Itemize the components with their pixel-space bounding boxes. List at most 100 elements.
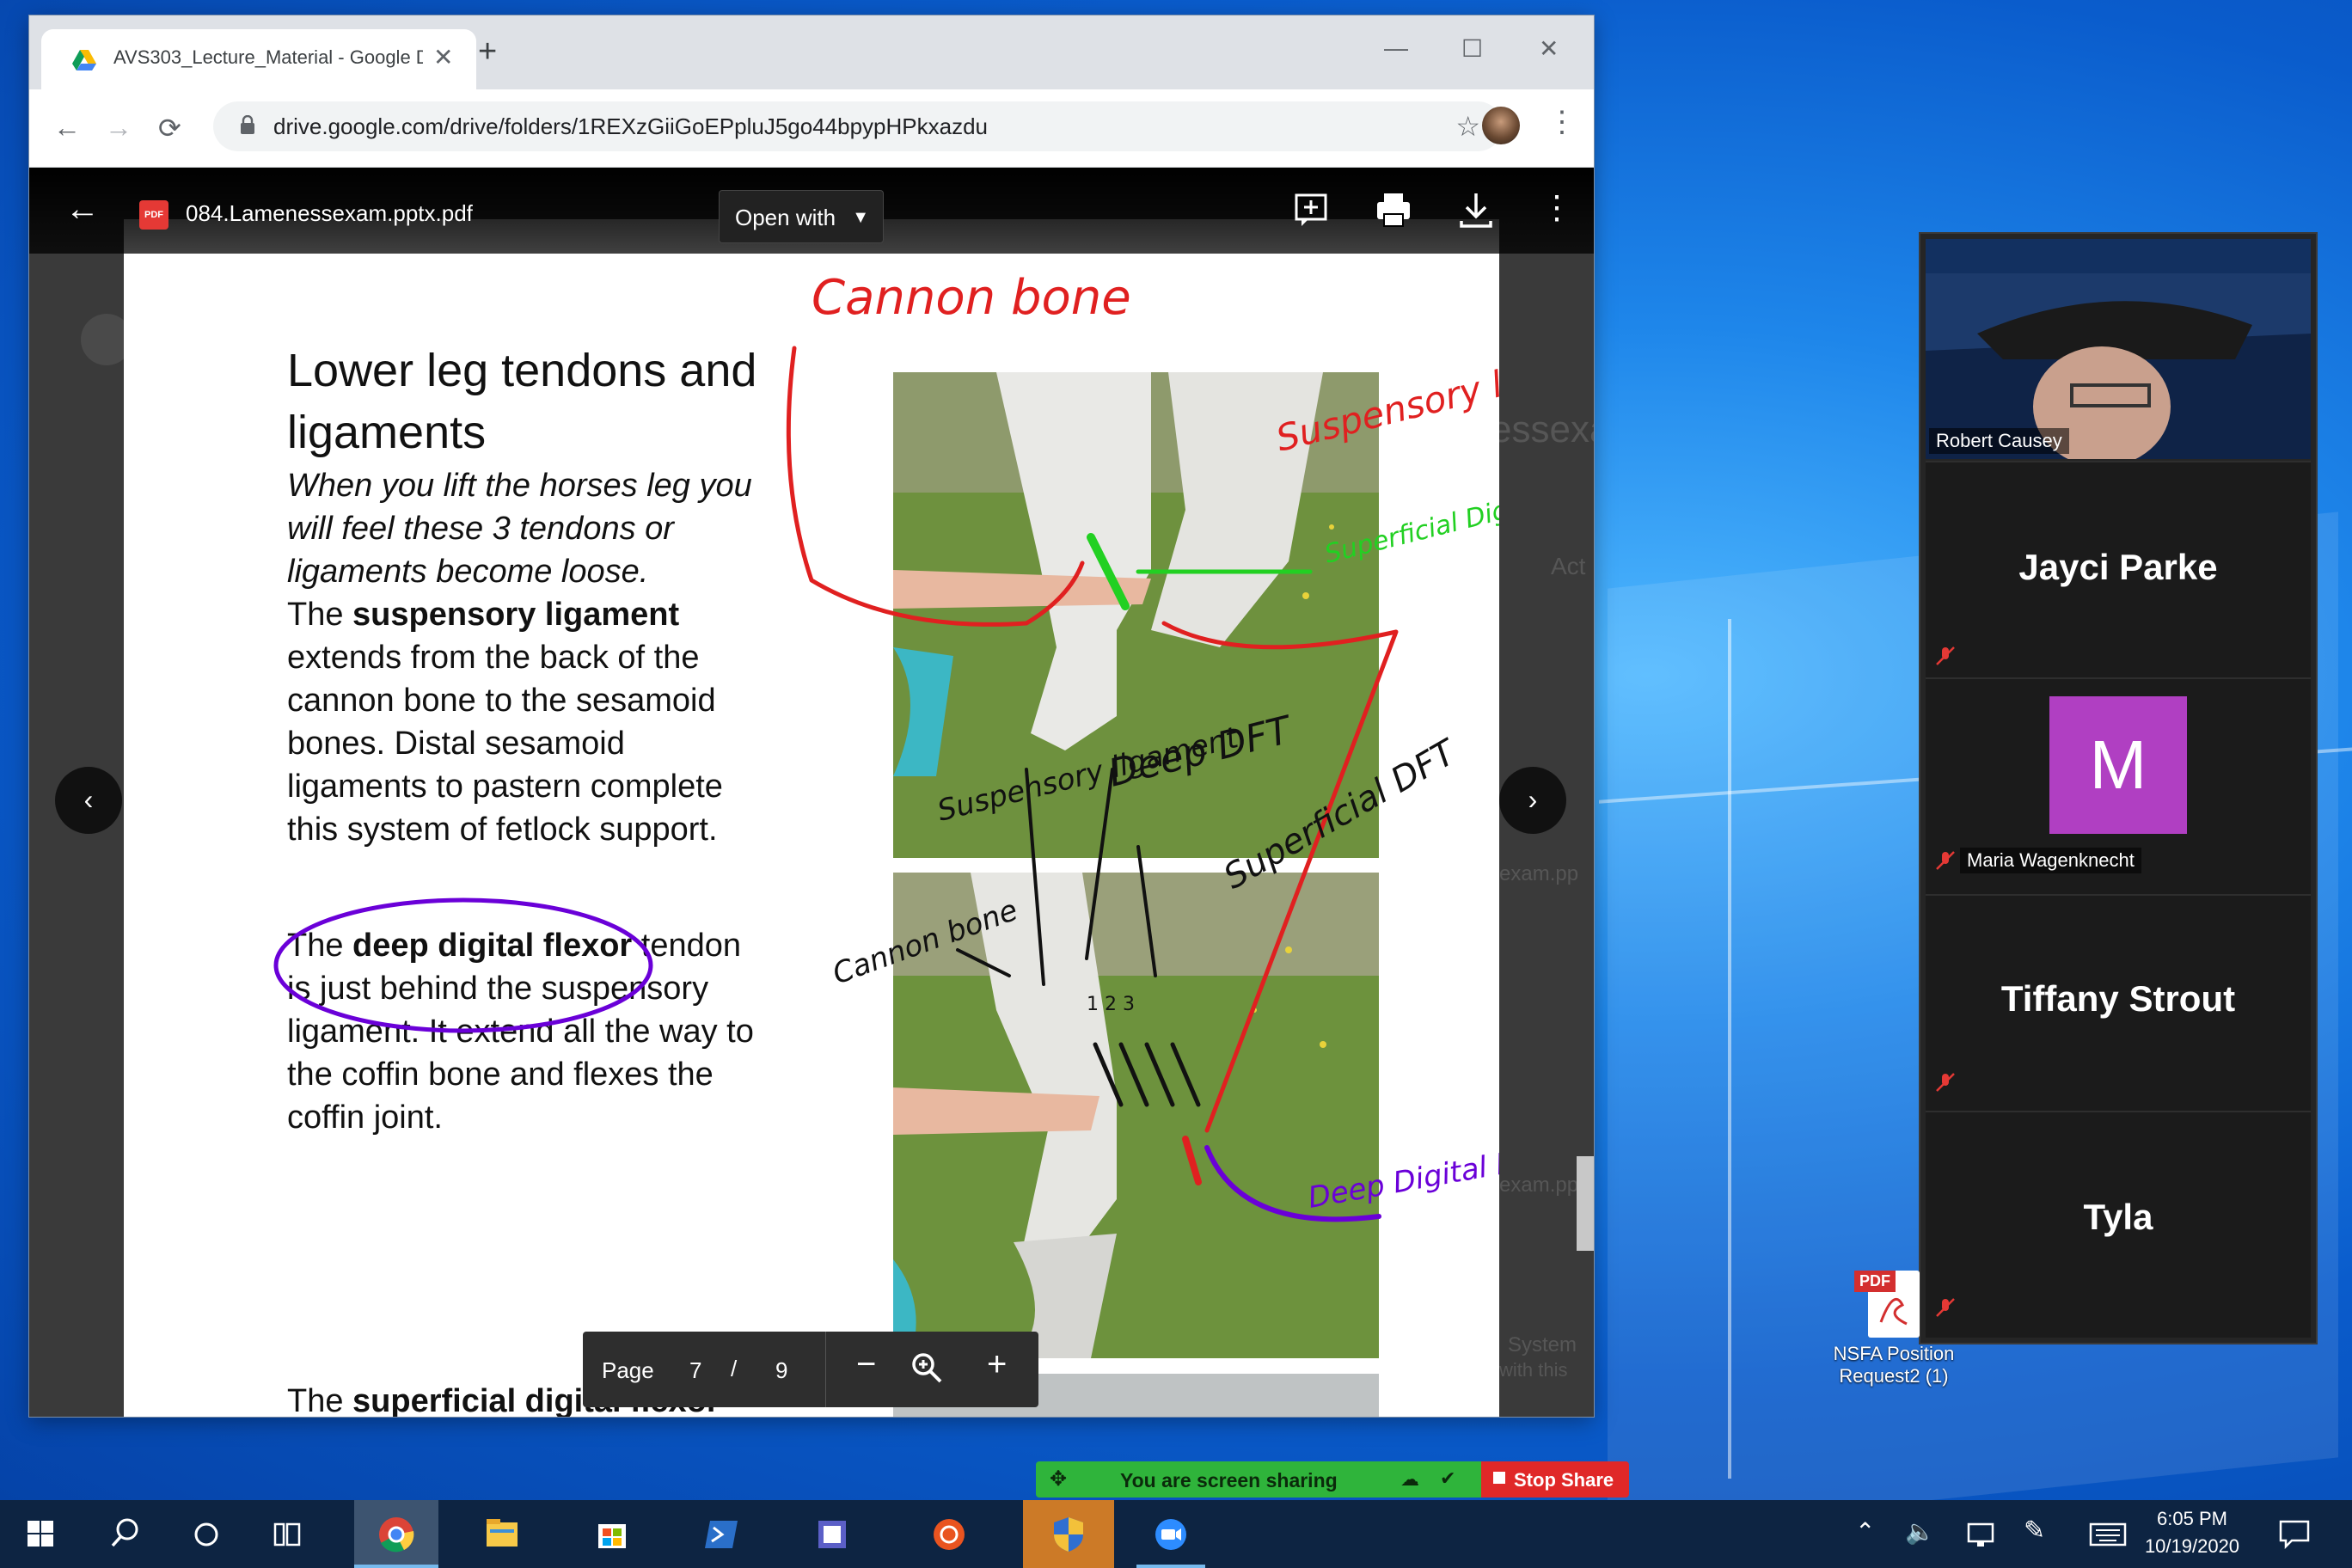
- keyboard-icon[interactable]: [2089, 1522, 2127, 1547]
- maximize-button[interactable]: ☐: [1461, 34, 1483, 63]
- participant-tile-tyla[interactable]: Tyla: [1926, 1111, 2311, 1338]
- pdf-file-icon: PDF: [139, 200, 168, 230]
- zoom-out-icon[interactable]: −: [856, 1345, 876, 1384]
- zoom-app-icon[interactable]: [1136, 1500, 1205, 1568]
- tab-close-icon[interactable]: ✕: [433, 43, 453, 71]
- bookmark-star-icon[interactable]: ☆: [1455, 110, 1480, 143]
- page-separator: /: [731, 1356, 738, 1381]
- drive-ghost-text: essexa: [1491, 408, 1594, 450]
- participant-tile-jayci[interactable]: Jayci Parke: [1926, 461, 2311, 677]
- page-label: Page: [602, 1357, 654, 1383]
- previous-file-button[interactable]: ‹: [55, 767, 122, 834]
- share-handle-icon: ✥: [1050, 1467, 1068, 1491]
- pdf-document-icon: PDF: [1854, 1271, 1920, 1338]
- back-arrow-icon[interactable]: ←: [65, 190, 100, 229]
- stop-icon: [1493, 1472, 1505, 1484]
- back-icon[interactable]: ←: [53, 112, 81, 144]
- page-navigator: Page 7 / 9 − +: [583, 1332, 1038, 1407]
- participant-avatar: M: [2049, 696, 2187, 834]
- paragraph-suspensory: The suspensory ligament extends from the…: [287, 597, 723, 848]
- slide-title: Lower leg tendons and ligaments: [287, 345, 757, 458]
- dropdown-caret-icon: ▼: [852, 208, 869, 227]
- minimize-button[interactable]: —: [1384, 34, 1408, 62]
- new-tab-button[interactable]: +: [478, 35, 497, 68]
- drive-ghost-text: with this: [1499, 1359, 1568, 1381]
- ubuntu-icon[interactable]: [915, 1500, 983, 1568]
- participant-name-label: Robert Causey: [1929, 428, 2069, 454]
- clock-time: 6:05 PM: [2157, 1508, 2227, 1529]
- video-feed: [1926, 239, 2311, 459]
- app-icon[interactable]: [798, 1500, 867, 1568]
- participant-tile-tiffany[interactable]: Tiffany Strout: [1926, 894, 2311, 1111]
- scrollbar-thumb[interactable]: [1577, 1156, 1594, 1251]
- pdf-file-name: 084.Lamenessexam.pptx.pdf: [186, 200, 473, 226]
- reload-icon[interactable]: ⟳: [158, 112, 181, 144]
- drive-content-dimmed: essexa Act exam.pp exam.pp System with t…: [29, 168, 1594, 1417]
- participant-name-label: Maria Wagenknecht: [1960, 848, 2141, 873]
- muted-mic-icon: [1936, 1073, 1955, 1092]
- notification-center-icon[interactable]: [2278, 1519, 2311, 1550]
- tab-drive[interactable]: AVS303_Lecture_Material - Google Drive ✕: [41, 29, 476, 89]
- cloud-icon: ☁: [1400, 1468, 1419, 1490]
- chrome-window: AVS303_Lecture_Material - Google Drive ✕…: [29, 15, 1594, 1417]
- microsoft-store-icon[interactable]: [578, 1500, 646, 1568]
- url-text: drive.google.com/drive/folders/1REXzGiiG…: [273, 113, 988, 139]
- participant-name: Tiffany Strout: [2000, 978, 2236, 1019]
- slide-intro: When you lift the horses leg you will fe…: [287, 468, 752, 590]
- desktop-file-icon[interactable]: PDF NSFA Position Request2 (1): [1821, 1271, 1967, 1387]
- shield-check-icon: ✔: [1440, 1467, 1456, 1489]
- close-window-button[interactable]: ✕: [1539, 34, 1559, 63]
- drive-ghost-text: exam.pp: [1499, 862, 1579, 885]
- participant-tile-maria[interactable]: M Maria Wagenknecht: [1926, 677, 2311, 894]
- security-shield-icon[interactable]: [1023, 1500, 1114, 1568]
- muted-mic-icon: [1936, 851, 1955, 870]
- pdf-viewer-header: ← PDF 084.Lamenessexam.pptx.pdf Open wit…: [29, 168, 1594, 254]
- cortana-icon[interactable]: [172, 1500, 241, 1568]
- lock-icon: [241, 115, 254, 134]
- zoom-in-icon[interactable]: +: [987, 1345, 1007, 1384]
- file-explorer-icon[interactable]: [468, 1500, 536, 1568]
- tab-title: AVS303_Lecture_Material - Google Drive: [113, 46, 423, 68]
- tab-strip: AVS303_Lecture_Material - Google Drive ✕…: [29, 15, 1594, 89]
- network-icon[interactable]: [1965, 1519, 1996, 1550]
- more-options-icon[interactable]: ⋮: [1535, 188, 1578, 231]
- participant-name: Tyla: [2083, 1197, 2153, 1237]
- chrome-menu-icon[interactable]: ⋮: [1547, 105, 1577, 139]
- divider: [825, 1332, 826, 1407]
- clock[interactable]: 6:05 PM 10/19/2020: [2141, 1505, 2244, 1560]
- share-status[interactable]: ✥ You are screen sharing ☁ ✔: [1036, 1461, 1481, 1498]
- profile-avatar[interactable]: [1482, 107, 1520, 144]
- horse-leg-photo-1: [893, 372, 1379, 858]
- participant-name: Jayci Parke: [2018, 547, 2218, 587]
- browser-toolbar: ← → ⟳ drive.google.com/drive/folders/1RE…: [29, 89, 1594, 168]
- stop-share-button[interactable]: Stop Share: [1481, 1461, 1629, 1498]
- powershell-icon[interactable]: [688, 1500, 756, 1568]
- print-icon[interactable]: [1372, 188, 1415, 231]
- google-drive-icon: [72, 50, 96, 70]
- taskbar: ⌃ 🔈 ✎ 6:05 PM 10/19/2020: [0, 1500, 2352, 1568]
- forward-icon[interactable]: →: [105, 112, 132, 144]
- paragraph-deep-flexor: The deep digital flexor tendon is just b…: [287, 928, 754, 1136]
- next-file-button[interactable]: ›: [1499, 767, 1566, 834]
- horse-leg-photo-2: [893, 873, 1379, 1358]
- show-hidden-icons-icon[interactable]: ⌃: [1855, 1517, 1875, 1546]
- volume-icon[interactable]: 🔈: [1905, 1517, 1935, 1546]
- task-view-icon[interactable]: [253, 1500, 322, 1568]
- clock-date: 10/19/2020: [2144, 1535, 2240, 1557]
- annot-cannon-bone: Cannon bone: [812, 270, 1131, 326]
- participant-video-robert[interactable]: Robert Causey: [1926, 239, 2311, 459]
- open-with-button[interactable]: Open with ▼: [719, 190, 884, 243]
- total-pages: 9: [775, 1357, 788, 1383]
- address-bar[interactable]: drive.google.com/drive/folders/1REXzGiiG…: [213, 101, 1503, 151]
- zoom-icon[interactable]: [910, 1351, 944, 1385]
- download-icon[interactable]: [1455, 188, 1498, 231]
- pen-icon[interactable]: ✎: [2024, 1516, 2045, 1546]
- windows-start-icon[interactable]: [7, 1500, 76, 1568]
- current-page[interactable]: 7: [689, 1357, 701, 1384]
- desktop-file-label: NSFA Position Request2 (1): [1833, 1343, 1955, 1387]
- search-icon[interactable]: [89, 1500, 158, 1568]
- pdf-page: Lower leg tendons and ligaments When you…: [124, 219, 1499, 1417]
- zoom-gallery-panel: Robert Causey Jayci Parke M Maria Wagenk…: [1919, 232, 2318, 1344]
- add-comment-icon[interactable]: [1289, 188, 1332, 231]
- chrome-taskbar-icon[interactable]: [354, 1500, 438, 1568]
